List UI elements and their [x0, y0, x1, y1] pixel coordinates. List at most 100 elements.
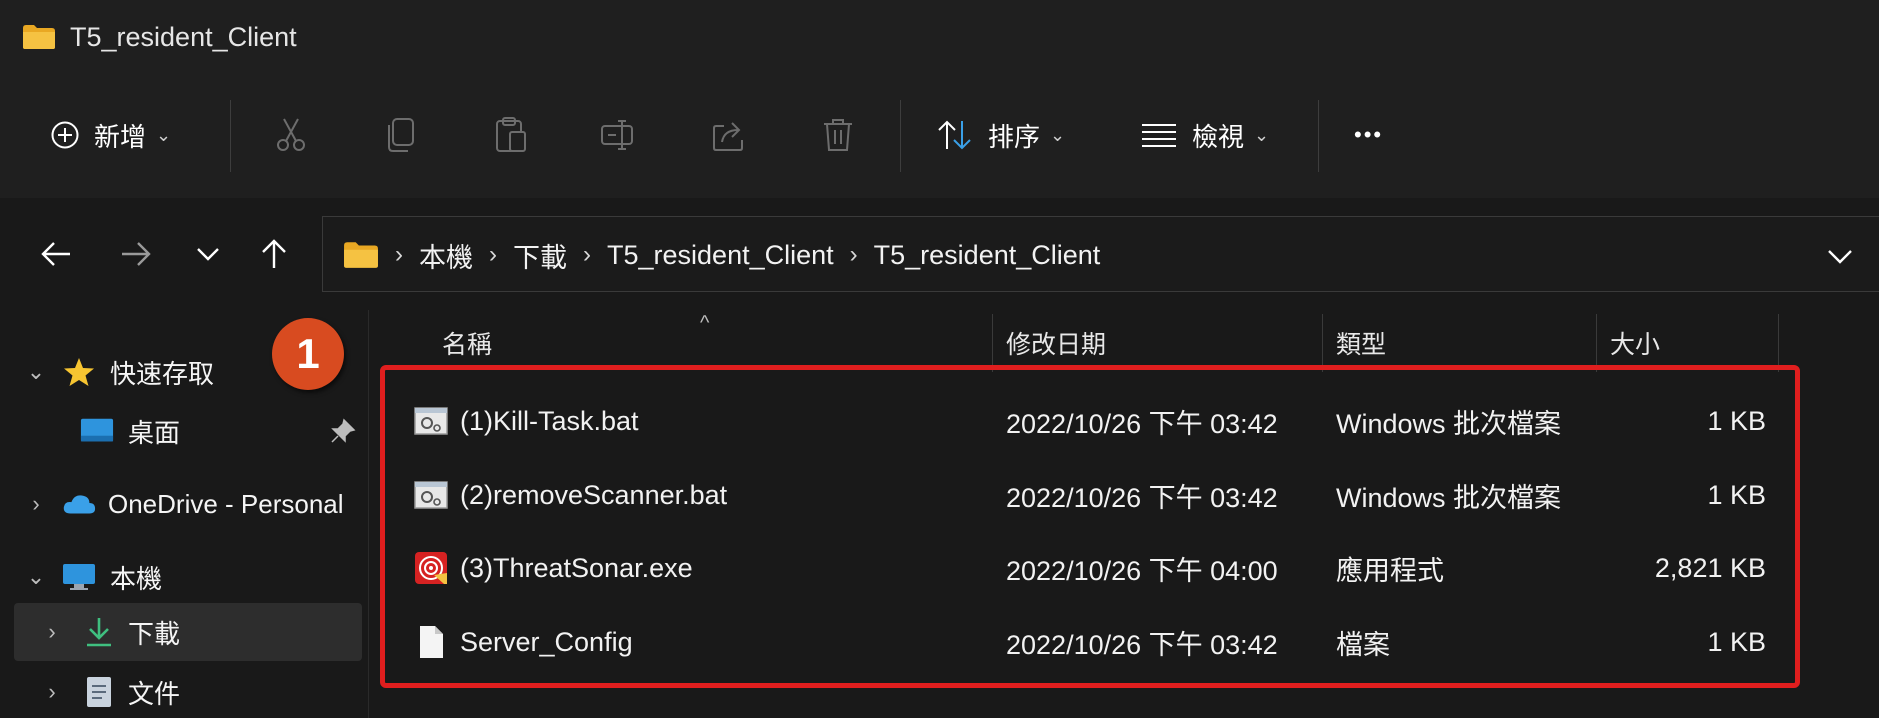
title-bar: T5_resident_Client [0, 0, 1879, 72]
cut-button[interactable] [274, 72, 308, 198]
file-name: (2)removeScanner.bat [460, 479, 728, 510]
breadcrumb-folder-parent[interactable]: T5_resident_Client [607, 240, 834, 271]
download-icon [82, 615, 116, 649]
rename-icon [601, 120, 633, 150]
chevron-down-icon: ⌄ [156, 124, 172, 145]
paste-icon [496, 117, 526, 152]
cloud-icon [62, 487, 96, 521]
plus-circle-icon [51, 121, 79, 149]
arrow-up-icon [262, 239, 286, 268]
column-separator[interactable] [992, 314, 993, 372]
file-modified: 2022/10/26 下午 03:42 [1006, 408, 1278, 439]
file-type: 應用程式 [1336, 555, 1444, 586]
breadcrumb-downloads[interactable]: 下載 [513, 236, 567, 275]
more-options-button[interactable]: ••• [1354, 72, 1383, 198]
column-header-name[interactable]: 名稱 [442, 310, 492, 376]
chevron-down-icon: ⌄ [1254, 124, 1270, 145]
chevron-right-icon[interactable]: › [40, 679, 64, 705]
file-modified: 2022/10/26 下午 03:42 [1006, 482, 1278, 513]
desktop-icon [80, 414, 114, 448]
document-icon [82, 675, 116, 709]
nav-item-desktop[interactable]: 桌面 [0, 402, 368, 460]
nav-item-this-pc[interactable]: ⌄ 本機 [0, 548, 368, 606]
nav-item-downloads[interactable]: › 下載 [14, 603, 362, 661]
star-icon [62, 355, 96, 389]
nav-item-label: OneDrive - Personal [108, 488, 344, 519]
column-separator[interactable] [1778, 314, 1779, 372]
chevron-right-icon[interactable]: › [24, 491, 48, 517]
chevron-right-icon: › [849, 241, 858, 268]
chevron-down-icon [197, 248, 219, 261]
chevron-down-icon[interactable]: ⌄ [24, 359, 48, 385]
delete-button[interactable] [822, 72, 854, 198]
copy-button[interactable] [386, 72, 416, 198]
rename-button[interactable] [600, 72, 638, 198]
nav-item-label: 下載 [128, 618, 181, 649]
trash-icon [824, 119, 852, 151]
address-dropdown-chevron-icon[interactable] [1823, 239, 1857, 273]
file-row[interactable]: (1)Kill-Task.bat 2022/10/26 下午 03:42 Win… [370, 385, 1879, 457]
file-name: (1)Kill-Task.bat [460, 405, 639, 436]
threatsonar-app-icon [415, 552, 447, 584]
navigation-bar: › 本機 › 下載 › T5_resident_Client › T5_resi… [0, 198, 1879, 310]
paste-button[interactable] [494, 72, 528, 198]
nav-item-label: 文件 [128, 678, 181, 709]
pane-splitter[interactable] [368, 310, 369, 718]
batch-file-icon [414, 407, 448, 435]
column-header-modified[interactable]: 修改日期 [1006, 310, 1106, 376]
new-label: 新增 [94, 121, 147, 152]
sort-ascending-icon: ^ [700, 312, 710, 334]
chevron-right-icon: › [583, 241, 591, 268]
sort-button[interactable]: 排序 ⌄ [936, 72, 1065, 198]
chevron-down-icon[interactable]: ⌄ [24, 564, 48, 590]
nav-item-onedrive[interactable]: › OneDrive - Personal [0, 475, 368, 533]
file-type: Windows 批次檔案 [1336, 482, 1562, 513]
file-type: 檔案 [1336, 629, 1390, 660]
file-explorer-window: T5_resident_Client 新增 ⌄ 排序 ⌄ 檢視 ⌄ ••• › … [0, 0, 1879, 718]
nav-item-label: 桌面 [128, 417, 181, 448]
chevron-right-icon[interactable]: › [40, 619, 64, 645]
share-button[interactable] [712, 72, 746, 198]
computer-icon [62, 560, 96, 594]
file-row[interactable]: (3)ThreatSonar.exe 2022/10/26 下午 04:00 應… [370, 532, 1879, 604]
chevron-down-icon: ⌄ [1050, 124, 1066, 145]
arrow-right-icon [122, 242, 151, 266]
column-header-type[interactable]: 類型 [1336, 310, 1386, 376]
file-size: 1 KB [1707, 479, 1766, 510]
file-type: Windows 批次檔案 [1336, 408, 1562, 439]
copy-icon [388, 118, 414, 152]
chevron-right-icon: › [395, 241, 403, 268]
forward-button[interactable] [108, 226, 164, 282]
breadcrumb-folder-current[interactable]: T5_resident_Client [874, 240, 1101, 271]
file-size: 1 KB [1707, 626, 1766, 657]
back-button[interactable] [28, 226, 84, 282]
column-header-size[interactable]: 大小 [1610, 310, 1660, 376]
up-button[interactable] [246, 226, 302, 282]
file-size: 1 KB [1707, 405, 1766, 436]
file-row[interactable]: (2)removeScanner.bat 2022/10/26 下午 03:42… [370, 459, 1879, 531]
pin-icon[interactable] [330, 418, 356, 444]
batch-file-icon [414, 481, 448, 509]
recent-locations-button[interactable] [180, 226, 236, 282]
folder-icon [344, 242, 378, 268]
step-badge: 1 [272, 318, 344, 390]
scissors-icon [277, 118, 305, 151]
toolbar-separator [900, 100, 901, 172]
file-list: ^ 名稱 修改日期 類型 大小 (1)Kill-Task.bat 2022/10… [370, 310, 1879, 718]
sort-arrows-icon [938, 120, 971, 150]
file-row[interactable]: Server_Config 2022/10/26 下午 03:42 檔案 1 K… [370, 606, 1879, 678]
arrow-left-icon [41, 242, 70, 266]
file-modified: 2022/10/26 下午 03:42 [1006, 629, 1278, 660]
breadcrumb-this-pc[interactable]: 本機 [419, 236, 473, 275]
view-list-icon [1142, 124, 1176, 147]
nav-item-documents[interactable]: › 文件 [0, 663, 368, 718]
column-separator[interactable] [1596, 314, 1597, 372]
view-button[interactable]: 檢視 ⌄ [1140, 72, 1269, 198]
column-separator[interactable] [1322, 314, 1323, 372]
folder-icon [23, 25, 55, 49]
chevron-right-icon: › [489, 241, 497, 268]
new-button[interactable]: 新增 ⌄ [50, 72, 171, 198]
sort-label: 排序 [988, 121, 1041, 152]
nav-item-label: 本機 [110, 563, 163, 594]
address-bar[interactable]: › 本機 › 下載 › T5_resident_Client › T5_resi… [322, 216, 1879, 292]
